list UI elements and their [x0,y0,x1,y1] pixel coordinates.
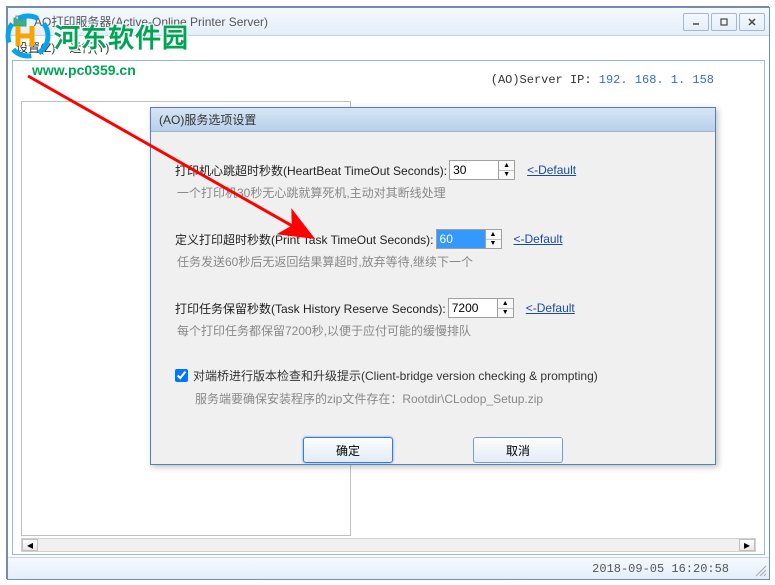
checkbox-label: 对端桥进行版本检查和升级提示(Client-bridge version che… [193,367,598,384]
dialog-body: 打印机心跳超时秒数(HeartBeat TimeOut Seconds): ▲▼… [151,132,715,477]
status-datetime: 2018-09-05 16:20:58 [592,562,729,576]
maximize-button[interactable] [711,13,737,31]
zip-hint: 服务端要确保安装程序的zip文件存在：Rootdir\CLodop_Setup.… [195,390,691,407]
dialog-buttons: 确定 取消 [175,437,691,463]
history-hint: 每个打印任务都保留7200秒,以便于应付可能的缓慢排队 [177,322,691,339]
window-controls [683,13,765,31]
menubar: 设置(Z) 运行(Y) [8,36,769,58]
printtask-group: 定义打印超时秒数(Print Task TimeOut Seconds): ▲▼… [175,229,691,270]
app-icon [12,14,28,30]
resize-grip-icon[interactable] [753,563,767,577]
dialog-title: (AO)服务选项设置 [159,111,256,128]
printtask-label: 定义打印超时秒数(Print Task TimeOut Seconds): [175,231,434,248]
dialog-titlebar[interactable]: (AO)服务选项设置 [151,108,715,132]
heartbeat-spinner[interactable]: ▲▼ [499,160,515,180]
printtask-spinner[interactable]: ▲▼ [486,229,502,249]
window-title: AO打印服务器(Active-Online Printer Server) [34,13,683,30]
scroll-left-button[interactable]: ◂ [22,539,38,551]
heartbeat-hint: 一个打印机30秒无心跳就算死机,主动对其断线处理 [177,184,691,201]
printtask-input[interactable] [436,229,486,249]
heartbeat-group: 打印机心跳超时秒数(HeartBeat TimeOut Seconds): ▲▼… [175,160,691,201]
scroll-right-button[interactable]: ▸ [739,539,755,551]
cancel-button[interactable]: 取消 [473,437,563,463]
minimize-button[interactable] [683,13,709,31]
history-label: 打印任务保留秒数(Task History Reserve Seconds): [175,300,446,317]
heartbeat-input[interactable] [449,160,499,180]
history-input[interactable] [448,298,498,318]
server-ip-line: (AO)Server IP: 192. 168. 1. 158 [491,73,714,87]
close-button[interactable] [739,13,765,31]
zip-hint-path: Rootdir\CLodop_Setup.zip [402,392,543,406]
printtask-hint: 任务发送60秒后无返回结果算超时,放弃等待,继续下一个 [177,253,691,270]
titlebar: AO打印服务器(Active-Online Printer Server) [8,8,769,36]
history-group: 打印任务保留秒数(Task History Reserve Seconds): … [175,298,691,339]
menu-run[interactable]: 运行(Y) [69,39,109,56]
checkbox-row: 对端桥进行版本检查和升级提示(Client-bridge version che… [175,367,691,384]
history-spinner[interactable]: ▲▼ [498,298,514,318]
server-ip-label: (AO)Server IP: [491,73,592,87]
statusbar: 2018-09-05 16:20:58 [8,557,769,579]
version-check-checkbox[interactable] [175,369,188,382]
menu-settings[interactable]: 设置(Z) [16,39,55,56]
zip-hint-prefix: 服务端要确保安装程序的zip文件存在： [195,392,402,406]
settings-dialog: (AO)服务选项设置 打印机心跳超时秒数(HeartBeat TimeOut S… [150,107,716,465]
horizontal-scrollbar[interactable]: ◂ ▸ [21,538,756,552]
server-ip-value: 192. 168. 1. 158 [599,73,714,87]
ok-button[interactable]: 确定 [303,437,393,463]
history-default-link[interactable]: <-Default [526,301,575,315]
printtask-default-link[interactable]: <-Default [514,232,563,246]
heartbeat-label: 打印机心跳超时秒数(HeartBeat TimeOut Seconds): [175,162,447,179]
heartbeat-default-link[interactable]: <-Default [527,163,576,177]
